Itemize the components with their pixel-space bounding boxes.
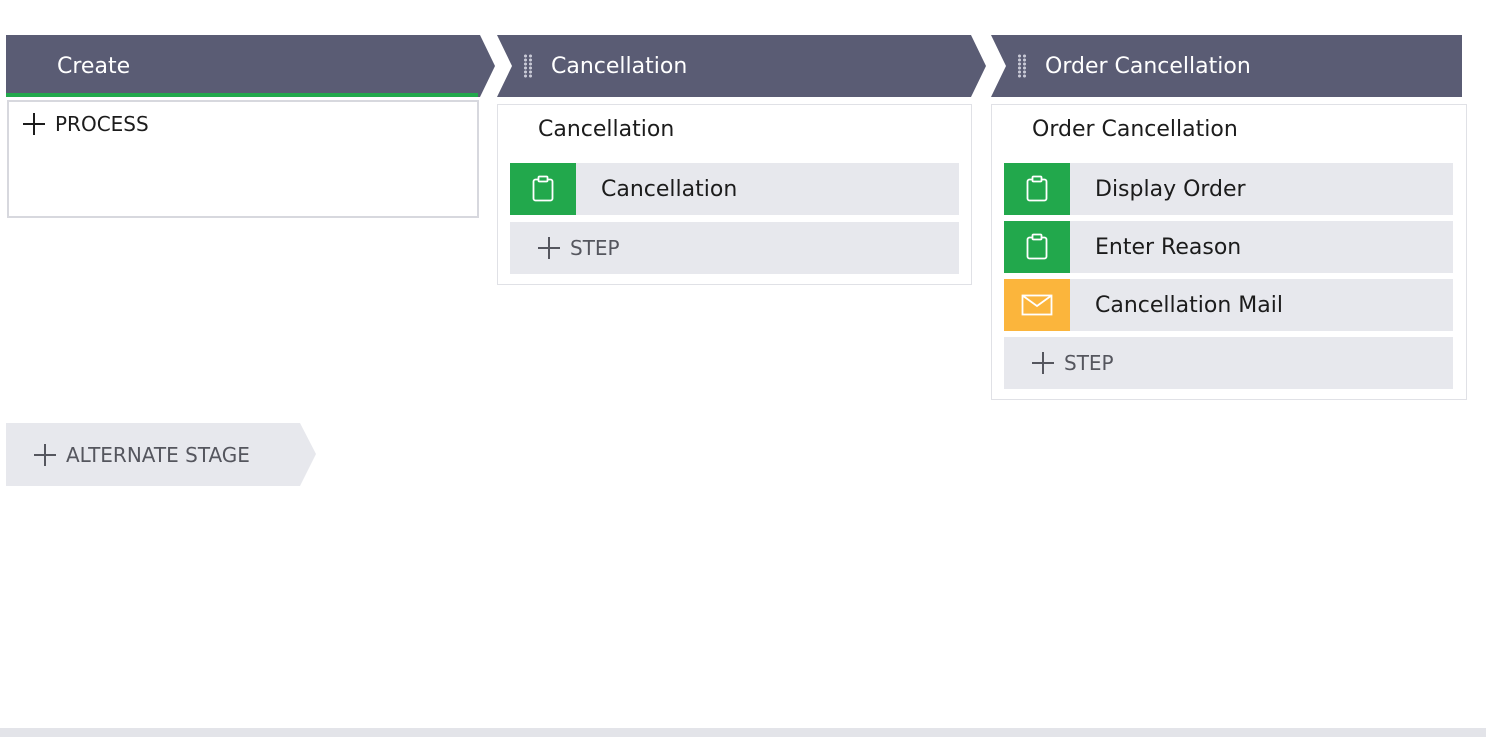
add-alternate-stage-label: ALTERNATE STAGE bbox=[66, 442, 250, 467]
envelope-icon bbox=[1004, 279, 1070, 331]
stage-cancellation[interactable]: Cancellation bbox=[497, 35, 986, 97]
case-lifecycle-canvas: Create Cancellation Order Cancellation P… bbox=[0, 0, 1486, 737]
stage-order-cancellation[interactable]: Order Cancellation bbox=[991, 35, 1462, 97]
step-label: Cancellation Mail bbox=[1095, 292, 1283, 318]
add-step-label: STEP bbox=[570, 236, 620, 260]
step-cancellation[interactable]: Cancellation bbox=[510, 163, 959, 215]
clipboard-icon bbox=[510, 163, 576, 215]
process-title[interactable]: Cancellation bbox=[538, 117, 674, 142]
step-enter-reason[interactable]: Enter Reason bbox=[1004, 221, 1453, 273]
plus-icon bbox=[34, 443, 56, 466]
add-process-label: PROCESS bbox=[55, 112, 149, 136]
clipboard-icon bbox=[1004, 221, 1070, 273]
add-step-button[interactable]: STEP bbox=[510, 222, 959, 274]
step-label: Enter Reason bbox=[1095, 234, 1242, 260]
process-title[interactable]: Order Cancellation bbox=[1032, 117, 1238, 142]
clipboard-icon bbox=[1004, 163, 1070, 215]
step-label: Display Order bbox=[1095, 176, 1246, 202]
add-alternate-stage-button[interactable]: ALTERNATE STAGE bbox=[6, 423, 316, 486]
step-label: Cancellation bbox=[601, 176, 738, 202]
stage-order-cancellation-label: Order Cancellation bbox=[1045, 53, 1251, 79]
plus-icon bbox=[1032, 352, 1054, 374]
drag-handle-icon[interactable] bbox=[523, 54, 533, 78]
add-process-button[interactable]: PROCESS bbox=[23, 112, 149, 136]
create-process-area: PROCESS bbox=[7, 100, 479, 218]
horizontal-scrollbar[interactable] bbox=[0, 728, 1486, 737]
add-step-label: STEP bbox=[1064, 351, 1114, 375]
step-display-order[interactable]: Display Order bbox=[1004, 163, 1453, 215]
process-order-cancellation: Order Cancellation Display Order Enter R… bbox=[991, 104, 1467, 400]
stage-cancellation-label: Cancellation bbox=[551, 53, 688, 79]
step-cancellation-mail[interactable]: Cancellation Mail bbox=[1004, 279, 1453, 331]
process-cancellation: Cancellation Cancellation STEP bbox=[497, 104, 972, 285]
stage-create-label: Create bbox=[57, 53, 131, 79]
drag-handle-icon[interactable] bbox=[1017, 54, 1027, 78]
stage-create-selected-indicator bbox=[6, 93, 478, 97]
add-step-button[interactable]: STEP bbox=[1004, 337, 1453, 389]
plus-icon bbox=[538, 237, 560, 259]
plus-icon bbox=[23, 113, 45, 135]
stage-create[interactable]: Create bbox=[6, 35, 495, 97]
